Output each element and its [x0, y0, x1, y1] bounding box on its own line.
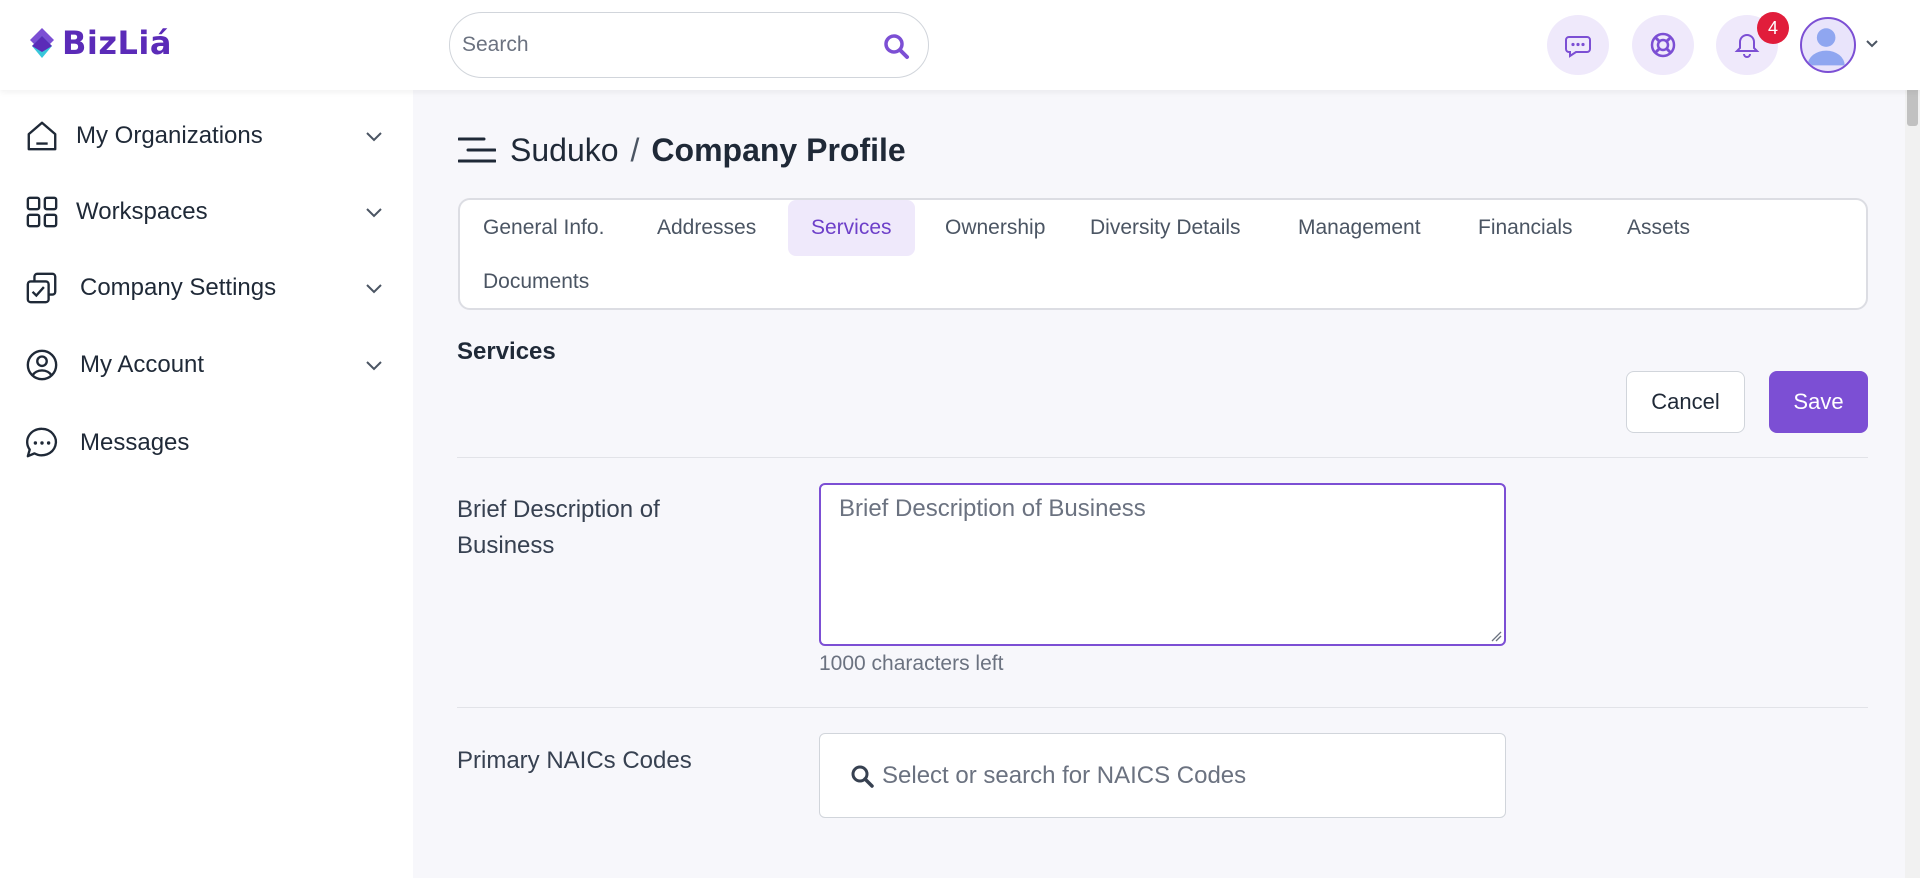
sidebar-item-label: My Account — [80, 351, 205, 378]
description-label: Brief Description of Business — [457, 492, 660, 564]
menu-toggle-icon[interactable] — [458, 135, 496, 165]
grid-icon — [24, 194, 60, 230]
sidebar-item-label: Company Settings — [80, 274, 277, 301]
section-title: Services — [457, 338, 556, 365]
naics-select[interactable] — [819, 733, 1506, 818]
tab-financials[interactable]: Financials — [1455, 200, 1596, 256]
chevron-down-icon[interactable] — [364, 355, 384, 375]
support-button[interactable] — [1632, 15, 1694, 75]
chat-button[interactable] — [1547, 15, 1609, 75]
search-input[interactable] — [462, 33, 862, 57]
naics-search-input[interactable] — [882, 761, 1482, 790]
breadcrumb-org[interactable]: Suduko — [510, 132, 619, 169]
chevron-down-icon[interactable] — [364, 126, 384, 146]
cancel-button[interactable]: Cancel — [1626, 371, 1745, 433]
description-label-line2: Business — [457, 532, 555, 559]
breadcrumb: Suduko / Company Profile — [458, 128, 906, 172]
sidebar-item-messages[interactable]: Messages — [24, 413, 384, 473]
chat-icon — [1565, 36, 1591, 58]
user-avatar[interactable] — [1800, 17, 1856, 73]
sidebar-item-label: Workspaces — [76, 198, 208, 225]
tab-services[interactable]: Services — [788, 200, 915, 256]
tab-general-info[interactable]: General Info. — [460, 200, 627, 256]
sidebar-item-my-organizations[interactable]: My Organizations — [24, 106, 384, 166]
divider — [457, 457, 1868, 458]
save-button[interactable]: Save — [1769, 371, 1868, 433]
sidebar-item-label: My Organizations — [76, 122, 263, 149]
tab-assets[interactable]: Assets — [1604, 200, 1713, 256]
tab-documents[interactable]: Documents — [460, 254, 612, 310]
settings-check-icon — [24, 270, 60, 306]
avatar-icon — [1807, 28, 1845, 66]
search-icon — [851, 765, 874, 788]
chevron-down-icon[interactable] — [1864, 36, 1880, 52]
description-label-line1: Brief Description of — [457, 496, 660, 523]
resize-handle-icon[interactable] — [1490, 630, 1502, 642]
logo-icon — [30, 28, 54, 58]
tab-addresses[interactable]: Addresses — [634, 200, 779, 256]
home-icon — [24, 118, 60, 154]
search-icon[interactable] — [882, 32, 910, 60]
tab-management[interactable]: Management — [1275, 200, 1444, 256]
breadcrumb-separator: / — [630, 131, 640, 168]
chevron-down-icon[interactable] — [364, 278, 384, 298]
sidebar-item-company-settings[interactable]: Company Settings — [24, 258, 384, 318]
search-box — [449, 12, 929, 78]
naics-label: Primary NAICs Codes — [457, 747, 692, 774]
brand-logo[interactable]: BizLiá — [28, 24, 172, 62]
support-icon — [1650, 32, 1676, 58]
divider — [457, 707, 1868, 708]
tab-ownership[interactable]: Ownership — [922, 200, 1068, 256]
sidebar-item-my-account[interactable]: My Account — [24, 335, 384, 395]
brand-name: BizLiá — [62, 24, 172, 62]
profile-tabs: General Info. Addresses Services Ownersh… — [458, 198, 1868, 310]
page-scrollbar[interactable] — [1905, 0, 1920, 878]
user-circle-icon — [24, 347, 60, 383]
chevron-down-icon[interactable] — [364, 202, 384, 222]
sidebar-item-label: Messages — [80, 429, 190, 456]
characters-left-counter: 1000 characters left — [819, 652, 1004, 675]
business-description-field[interactable] — [819, 483, 1506, 646]
notification-count-badge: 4 — [1757, 12, 1789, 44]
bell-icon — [1734, 33, 1760, 58]
message-icon — [24, 425, 60, 461]
tab-diversity-details[interactable]: Diversity Details — [1067, 200, 1264, 256]
sidebar-item-workspaces[interactable]: Workspaces — [24, 182, 384, 242]
top-header: BizLiá 4 — [0, 0, 1920, 90]
page-title: Company Profile — [651, 131, 906, 168]
